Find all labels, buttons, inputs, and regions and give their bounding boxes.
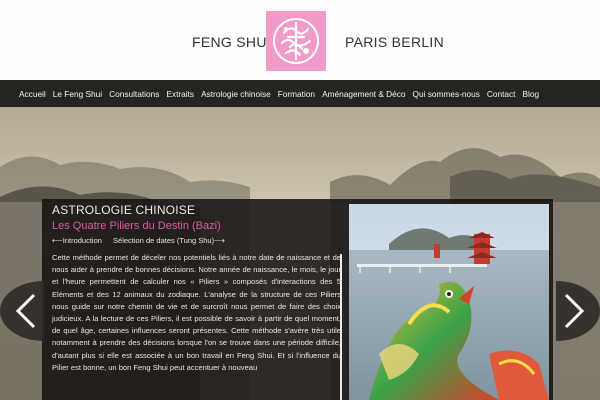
chevron-left-icon[interactable] — [0, 281, 44, 341]
brand-name-right: PARIS BERLIN — [345, 34, 445, 50]
brand-name-left: FENG SHUI — [192, 34, 271, 50]
article-navigation: ⟵Introduction Sélection de dates (Tung S… — [52, 236, 234, 245]
nav-item-amenagement-deco[interactable]: Aménagement & Déco — [322, 89, 412, 99]
next-article-link[interactable]: Sélection de dates (Tung Shu)⟶ — [113, 236, 225, 245]
dragon-pagoda-photo — [349, 204, 549, 400]
nav-item-formation[interactable]: Formation — [278, 89, 322, 99]
nav-item-accueil[interactable]: Accueil — [0, 89, 53, 99]
category-title: ASTROLOGIE CHINOISE — [52, 203, 196, 217]
article-body: Cette méthode permet de déceler nos pote… — [52, 253, 341, 372]
article-title: Les Quatre Piliers du Destin (Bazi) — [52, 220, 221, 232]
nav-item-le-feng-shui[interactable]: Le Feng Shui — [53, 89, 109, 99]
nav-item-qui-sommes-nous[interactable]: Qui sommes-nous — [413, 89, 487, 99]
scrollbar[interactable] — [340, 254, 342, 400]
nav-item-consultations[interactable]: Consultations — [109, 89, 166, 99]
site-header: FENG SHUI PARIS BERLIN — [0, 0, 600, 80]
nav-item-contact[interactable]: Contact — [487, 89, 523, 99]
chinese-seal-icon[interactable] — [266, 11, 326, 71]
previous-article-link[interactable]: ⟵Introduction — [52, 236, 102, 245]
main-navigation: Accueil Le Feng Shui Consultations Extra… — [0, 80, 600, 107]
article-panel: ASTROLOGIE CHINOISE Les Quatre Piliers d… — [42, 199, 553, 400]
nav-item-extraits[interactable]: Extraits — [166, 89, 201, 99]
nav-item-astrologie-chinoise[interactable]: Astrologie chinoise — [201, 89, 278, 99]
nav-item-blog[interactable]: Blog — [522, 89, 546, 99]
chevron-right-icon[interactable] — [556, 281, 600, 341]
